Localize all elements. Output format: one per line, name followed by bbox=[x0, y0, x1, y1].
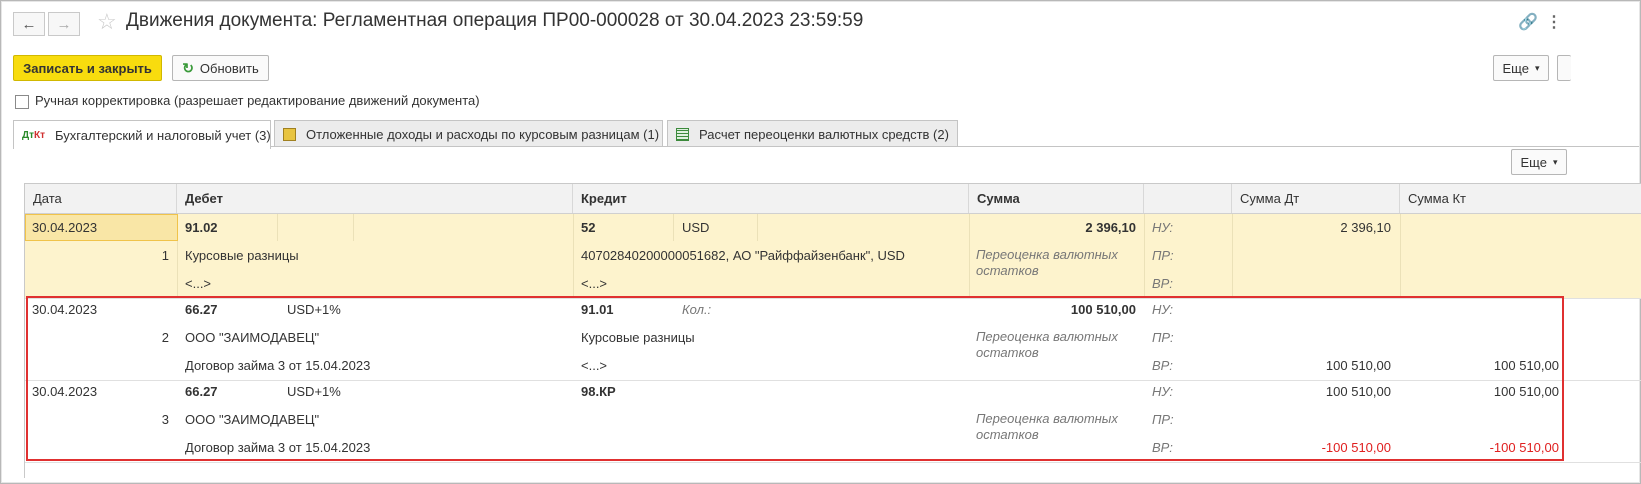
row1-sum: 2 396,10 bbox=[1085, 220, 1136, 235]
window-title: Движения документа: Регламентная операци… bbox=[126, 10, 864, 31]
link-icon[interactable]: 🔗 bbox=[1518, 12, 1538, 32]
row3-date: 30.04.2023 bbox=[32, 384, 98, 399]
more-menu-icon[interactable]: ⋮ bbox=[1546, 12, 1562, 32]
row1-debit-subconto1: Курсовые разницы bbox=[185, 248, 299, 263]
row2-debit-subconto1: ООО "ЗАИМОДАВЕЦ" bbox=[185, 330, 320, 345]
row1-debit-subconto2: <...> bbox=[185, 276, 212, 291]
row2-credit-subconto1: Курсовые разницы bbox=[581, 330, 695, 345]
row2-sum: 100 510,00 bbox=[1070, 302, 1136, 317]
row1-vr-label: ВР: bbox=[1152, 276, 1173, 291]
refresh-button[interactable]: ↻ Обновить bbox=[172, 55, 269, 81]
row2-content: Переоценка валютных остатков bbox=[976, 329, 1118, 360]
tab-revaluation-label: Расчет переоценки валютных средств (2) bbox=[699, 126, 949, 142]
row2-date: 30.04.2023 bbox=[32, 302, 98, 317]
row3-vr-dt: -100 510,00 bbox=[1321, 440, 1391, 455]
manual-edit-checkbox[interactable] bbox=[15, 95, 29, 109]
row2-debit-subconto2: Договор займа 3 от 15.04.2023 bbox=[185, 358, 371, 373]
row3-nu-kt: 100 510,00 bbox=[1493, 384, 1559, 399]
table-more-button[interactable]: Еще ▾ bbox=[1511, 149, 1567, 175]
table-header: Дата Дебет Кредит Сумма Сумма Дт Сумма К… bbox=[25, 184, 1641, 214]
back-button[interactable]: ← bbox=[13, 12, 45, 36]
row1-debit-account: 91.02 bbox=[185, 220, 218, 235]
col-accounting-type[interactable] bbox=[1144, 184, 1232, 213]
row1-credit-subconto1: 40702840200000051682, АО "Райффайзенбанк… bbox=[581, 248, 905, 263]
row3-debit-subconto1: ООО "ЗАИМОДАВЕЦ" bbox=[185, 412, 320, 427]
row2-nu-label: НУ: bbox=[1152, 302, 1174, 317]
row1-pr-label: ПР: bbox=[1152, 248, 1174, 263]
col-sum[interactable]: Сумма bbox=[969, 184, 1144, 213]
row1-credit-subconto2: <...> bbox=[581, 276, 608, 291]
row1-nu-label: НУ: bbox=[1152, 220, 1174, 235]
table-more-label: Еще bbox=[1520, 154, 1547, 170]
more-button[interactable]: Еще ▾ bbox=[1493, 55, 1549, 81]
refresh-label: Обновить bbox=[199, 60, 259, 76]
row3-number: 3 bbox=[161, 412, 169, 427]
row3-debit-account: 66.27 bbox=[185, 384, 218, 399]
row3-nu-dt: 100 510,00 bbox=[1325, 384, 1391, 399]
col-credit[interactable]: Кредит bbox=[573, 184, 969, 213]
row2-number: 2 bbox=[161, 330, 169, 345]
row2-debit-account: 66.27 bbox=[185, 302, 218, 317]
forward-button[interactable]: → bbox=[48, 12, 80, 36]
row2-vr-kt: 100 510,00 bbox=[1493, 358, 1559, 373]
col-sum-dt[interactable]: Сумма Дт bbox=[1232, 184, 1400, 213]
row3-content: Переоценка валютных остатков bbox=[976, 411, 1118, 442]
row1-nu-dt: 2 396,10 bbox=[1340, 220, 1391, 235]
favorite-star-icon[interactable]: ☆ bbox=[97, 9, 117, 35]
chevron-down-icon: ▾ bbox=[1534, 62, 1540, 73]
row1-credit-account: 52 bbox=[581, 220, 596, 235]
col-debit[interactable]: Дебет bbox=[177, 184, 573, 213]
row3-pr-label: ПР: bbox=[1152, 412, 1174, 427]
table-icon bbox=[676, 127, 689, 141]
movements-table[interactable]: Дата Дебет Кредит Сумма Сумма Дт Сумма К… bbox=[24, 183, 1641, 478]
col-date[interactable]: Дата bbox=[25, 184, 177, 213]
arrow-right-icon: → bbox=[56, 15, 72, 33]
extra-button[interactable] bbox=[1557, 55, 1571, 81]
row2-credit-subconto2: <...> bbox=[581, 358, 608, 373]
register-icon bbox=[283, 127, 296, 141]
row3-nu-label: НУ: bbox=[1152, 384, 1174, 399]
tab-revaluation[interactable]: Расчет переоценки валютных средств (2) bbox=[667, 120, 958, 147]
row3-debit-extra: USD+1% bbox=[287, 384, 341, 399]
tab-deferred-income-label: Отложенные доходы и расходы по курсовым … bbox=[306, 126, 660, 142]
row1-credit-currency: USD bbox=[682, 220, 710, 235]
row1-number: 1 bbox=[161, 248, 169, 263]
refresh-icon: ↻ bbox=[182, 59, 194, 76]
tab-accounting[interactable]: ДтКт Бухгалтерский и налоговый учет (3) bbox=[13, 120, 271, 149]
more-label: Еще bbox=[1502, 60, 1529, 76]
row2-debit-extra: USD+1% bbox=[287, 302, 341, 317]
dt-kt-icon: ДтКт bbox=[22, 129, 46, 141]
tab-accounting-label: Бухгалтерский и налоговый учет (3) bbox=[55, 127, 271, 143]
manual-edit-label: Ручная корректировка (разрешает редактир… bbox=[35, 93, 480, 108]
chevron-down-icon: ▾ bbox=[1552, 156, 1558, 167]
col-sum-kt[interactable]: Сумма Кт bbox=[1400, 184, 1568, 213]
row1-content: Переоценка валютных остатков bbox=[976, 247, 1118, 278]
row3-debit-subconto2: Договор займа 3 от 15.04.2023 bbox=[185, 440, 371, 455]
arrow-left-icon: ← bbox=[21, 15, 37, 33]
row2-vr-dt: 100 510,00 bbox=[1325, 358, 1391, 373]
tab-deferred-income[interactable]: Отложенные доходы и расходы по курсовым … bbox=[274, 120, 663, 147]
row2-pr-label: ПР: bbox=[1152, 330, 1174, 345]
row2-credit-qty-label: Кол.: bbox=[682, 302, 712, 317]
row3-vr-kt: -100 510,00 bbox=[1489, 440, 1559, 455]
row1-date: 30.04.2023 bbox=[32, 220, 98, 235]
row3-credit-account: 98.КР bbox=[581, 384, 616, 399]
row3-vr-label: ВР: bbox=[1152, 440, 1173, 455]
row2-credit-account: 91.01 bbox=[581, 302, 614, 317]
row2-vr-label: ВР: bbox=[1152, 358, 1173, 373]
save-and-close-button[interactable]: Записать и закрыть bbox=[13, 55, 162, 81]
